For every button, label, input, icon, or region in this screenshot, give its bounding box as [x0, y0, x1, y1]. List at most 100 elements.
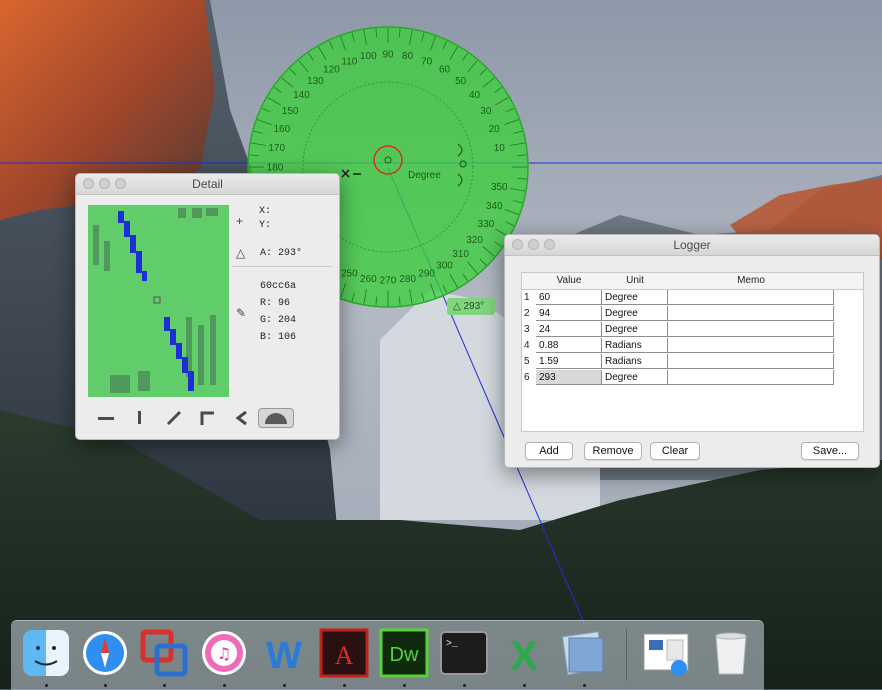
memo-cell[interactable] [668, 306, 834, 321]
logger-table[interactable]: Value Unit Memo 1 60 Degree 2 94 Degree 3 24 Deg… [521, 272, 864, 432]
detail-window: Detail + X: Y: △ A: 293° 60cc6a ✎ R: 96 … [75, 173, 340, 440]
table-row[interactable]: 4 0.88 Radians [522, 338, 863, 354]
tool-row [90, 408, 320, 430]
protractor-tick-label: 170 [268, 143, 285, 154]
vertical-line-tool[interactable] [124, 408, 156, 428]
protractor-tick-label: 330 [478, 219, 495, 230]
word-icon[interactable]: W [259, 628, 309, 678]
protractor-tick-label: 20 [489, 124, 501, 135]
value-cell[interactable]: 60 [536, 290, 602, 305]
angle-icon: △ [236, 246, 246, 260]
protractor-tick-label: 280 [399, 274, 416, 285]
row-number: 3 [524, 324, 530, 335]
itunes-icon[interactable]: ♫ [199, 628, 249, 678]
table-row[interactable]: 3 24 Degree [522, 322, 863, 338]
table-row[interactable]: 5 1.59 Radians [522, 354, 863, 370]
protractor-tick-label: 260 [360, 274, 377, 285]
protractor-tick-label: 340 [486, 201, 503, 212]
unit-cell[interactable]: Radians [602, 354, 668, 369]
protractor-tick-label: 10 [494, 143, 506, 154]
dock: ♫ W A Dw >_ X [11, 620, 764, 690]
clear-button[interactable]: Clear [650, 442, 700, 460]
protractor-tick-label: 140 [293, 90, 310, 101]
table-row[interactable]: 2 94 Degree [522, 306, 863, 322]
trash-icon[interactable] [706, 628, 756, 678]
memo-cell[interactable] [668, 338, 834, 353]
running-indicator [104, 684, 107, 687]
screenshot-thumbnail-icon[interactable] [641, 628, 691, 678]
row-number: 2 [524, 308, 530, 319]
angle-value: 293° [463, 301, 485, 312]
protractor-tool[interactable] [258, 408, 294, 428]
unit-cell[interactable]: Degree [602, 370, 668, 385]
eyedropper-icon: ✎ [236, 306, 247, 320]
value-cell[interactable]: 94 [536, 306, 602, 321]
value-cell[interactable]: 293 [536, 370, 602, 385]
horizontal-line-icon [98, 417, 114, 420]
angle-tool[interactable] [226, 408, 258, 428]
table-row[interactable]: 6 293 Degree [522, 370, 863, 386]
detail-title: Detail [192, 177, 223, 191]
safari-icon[interactable] [80, 628, 130, 678]
column-header-memo[interactable]: Memo [668, 275, 834, 286]
excel-icon[interactable]: X [499, 628, 549, 678]
protractor-tick-label: 250 [341, 269, 358, 280]
y-label: Y: [259, 220, 272, 231]
memo-cell[interactable] [668, 354, 834, 369]
protractor-tick-label: 70 [421, 56, 433, 67]
green-value: G: 204 [260, 315, 297, 326]
column-header-value[interactable]: Value [536, 275, 602, 286]
angle-badge: △ 293° [447, 298, 495, 315]
dock-separator [626, 629, 627, 681]
logger-titlebar[interactable]: Logger [505, 235, 879, 256]
terminal-icon[interactable]: >_ [439, 628, 489, 678]
dreamweaver-icon[interactable]: Dw [379, 628, 429, 678]
protractor-tick-label: 300 [436, 260, 453, 271]
column-header-unit[interactable]: Unit [602, 275, 668, 286]
table-row[interactable]: 1 60 Degree [522, 290, 863, 306]
protractor-tick-label: 110 [341, 56, 357, 67]
detail-titlebar[interactable]: Detail [76, 174, 339, 195]
unit-cell[interactable]: Degree [602, 306, 668, 321]
row-number: 5 [524, 356, 530, 367]
memo-cell[interactable] [668, 322, 834, 337]
protractor-icon [265, 413, 287, 424]
value-cell[interactable]: 0.88 [536, 338, 602, 353]
unit-cell[interactable]: Degree [602, 290, 668, 305]
protractor-tick-label: 90 [382, 50, 394, 61]
terminal-prompt: >_ [446, 639, 459, 650]
protractor-tick-label: 290 [418, 269, 435, 280]
running-indicator [403, 684, 406, 687]
diagonal-line-icon [166, 410, 182, 426]
acrobat-letter: A [335, 641, 354, 670]
value-cell[interactable]: 24 [536, 322, 602, 337]
unit-cell[interactable]: Radians [602, 338, 668, 353]
logger-title: Logger [673, 238, 711, 252]
save-button[interactable]: Save... [801, 442, 859, 460]
finder-icon[interactable] [21, 628, 71, 678]
preview-icon[interactable] [559, 628, 609, 678]
value-cell[interactable]: 1.59 [536, 354, 602, 369]
protractor-tick-label: 30 [480, 106, 492, 117]
detail-divider [232, 266, 332, 267]
add-button[interactable]: Add [525, 442, 573, 460]
remove-button[interactable]: Remove [584, 442, 642, 460]
corner-tool[interactable] [192, 408, 224, 428]
diagonal-line-tool[interactable] [158, 408, 190, 428]
protractor-tick-label: 50 [455, 76, 467, 87]
svg-text:♫: ♫ [217, 644, 231, 663]
horizontal-line-tool[interactable] [90, 408, 122, 428]
memo-cell[interactable] [668, 290, 834, 305]
running-indicator [45, 684, 48, 687]
protractor-tick-label: 60 [439, 65, 451, 76]
running-indicator [343, 684, 346, 687]
corner-icon [200, 411, 214, 425]
unit-cell[interactable]: Degree [602, 322, 668, 337]
parallels-icon[interactable] [139, 628, 189, 678]
protractor-tick-label: 160 [273, 124, 290, 135]
row-number: 6 [524, 372, 530, 383]
running-indicator [163, 684, 166, 687]
x-label: X: [259, 206, 272, 217]
acrobat-icon[interactable]: A [319, 628, 369, 678]
memo-cell[interactable] [668, 370, 834, 385]
